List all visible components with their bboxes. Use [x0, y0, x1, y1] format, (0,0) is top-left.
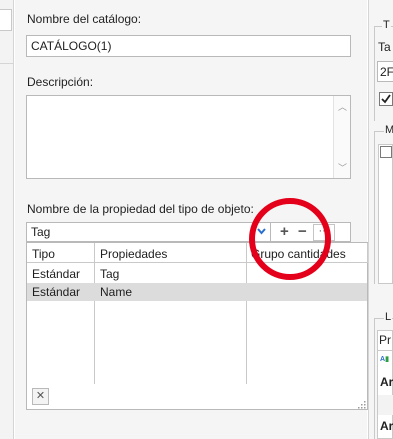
right-list-checkbox[interactable] [380, 146, 392, 158]
row-2-tipo: Estándar [32, 285, 81, 299]
row-2-propiedad: Name [100, 285, 133, 299]
catalog-name-label: Nombre del catálogo: [27, 12, 142, 26]
description-label: Descripción: [27, 75, 94, 89]
sort-icon[interactable]: A▮ [380, 355, 389, 363]
property-selector[interactable]: Tag [26, 222, 271, 242]
right-ar-label-2: Ar [380, 419, 393, 433]
property-selected-value: Tag [31, 225, 51, 239]
catalog-name-value: CATÁLOGO(1) [31, 39, 112, 53]
description-scrollbar[interactable]: ︿ ﹀ [333, 96, 350, 178]
catalog-name-field[interactable]: CATÁLOGO(1) [26, 35, 351, 57]
right-list[interactable] [378, 144, 393, 284]
right-pr-label: Pr [379, 333, 391, 347]
row-1-propiedad: Tag [100, 267, 120, 281]
right-ta-label: Ta [378, 40, 391, 54]
left-strip-control[interactable] [0, 9, 12, 31]
right-field-value: 2F [380, 65, 393, 79]
description-field[interactable]: ︿ ﹀ [26, 95, 351, 179]
right-group-t-label: T [382, 19, 391, 31]
left-strip [0, 0, 14, 439]
property-name-label: Nombre de la propiedad del tipo de objet… [27, 202, 254, 216]
resize-grip-icon[interactable] [356, 398, 366, 409]
column-header-tipo[interactable]: Tipo [32, 247, 55, 261]
highlight-circle [249, 198, 331, 280]
right-checkbox[interactable] [379, 92, 393, 106]
right-group-l-label: L [384, 311, 393, 323]
row-1-tipo: Estándar [32, 267, 81, 281]
left-strip-divider [0, 63, 14, 64]
right-group-m-label: M [384, 124, 393, 136]
delete-row-button[interactable]: ✕ [32, 388, 49, 405]
scroll-up-icon[interactable]: ︿ [338, 100, 347, 113]
table-row-selected[interactable]: Estándar Name [27, 283, 367, 301]
right-divider [377, 350, 393, 351]
right-ar-row [378, 395, 393, 415]
right-field[interactable]: 2F [377, 61, 393, 82]
scroll-down-icon[interactable]: ﹀ [338, 161, 347, 174]
column-header-propiedades[interactable]: Propiedades [100, 247, 167, 261]
right-ar-label-1: Ar [380, 375, 393, 389]
